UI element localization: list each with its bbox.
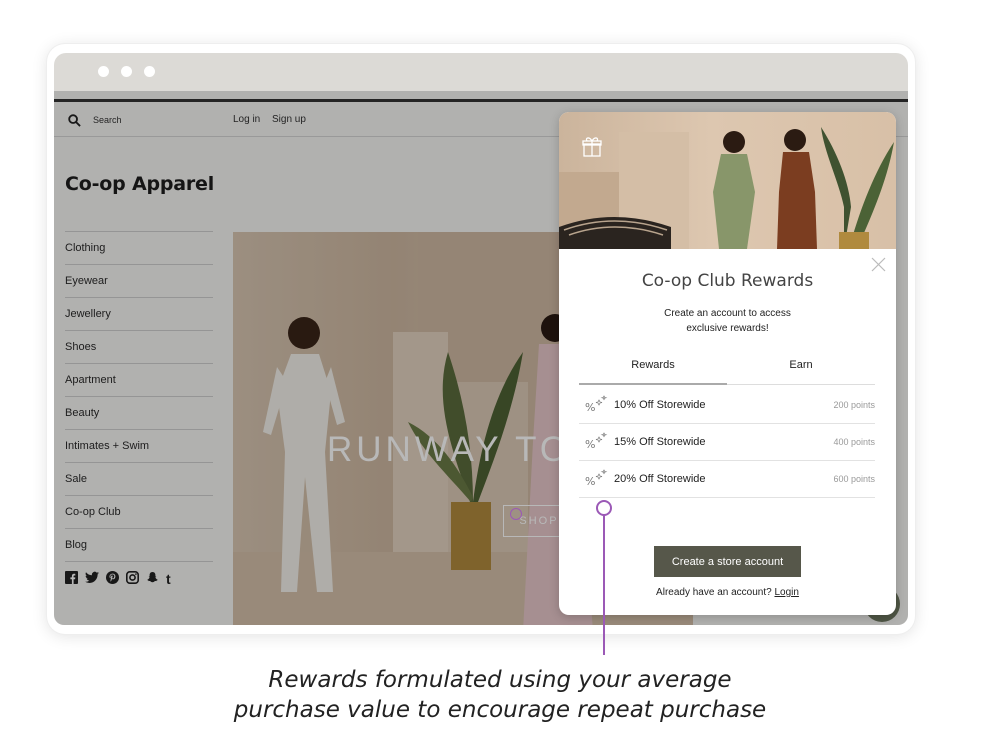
login-prompt: Already have an account? Login [559, 587, 896, 598]
annotation-pointer [596, 500, 612, 516]
caption-line-2: purchase value to encourage repeat purch… [233, 697, 767, 723]
reward-item: % 10% Off Storewide 200 points [579, 386, 875, 424]
tab-rewards[interactable]: Rewards [579, 359, 727, 371]
login-prompt-text: Already have an account? [656, 587, 772, 598]
active-tab-indicator [579, 383, 727, 385]
popup-title: Co-op Club Rewards [641, 271, 814, 291]
tab-earn[interactable]: Earn [727, 359, 875, 371]
svg-text:%: % [585, 438, 595, 451]
annotation-caption: Rewards formulated using your average pu… [0, 665, 1000, 725]
window-dot [121, 66, 132, 77]
rewards-popup: Co-op Club Rewards Create an account to … [559, 112, 896, 615]
window-dot [98, 66, 109, 77]
close-icon[interactable] [871, 257, 886, 272]
window-dot [144, 66, 155, 77]
popup-banner-image [559, 112, 896, 249]
reward-label: 20% Off Storewide [614, 472, 706, 485]
reward-label: 15% Off Storewide [614, 435, 706, 448]
gift-icon [582, 137, 602, 157]
caption-line-1: Rewards formulated using your average [268, 667, 732, 693]
reward-points: 200 points [833, 399, 875, 410]
popup-subtitle: Create an account to access exclusive re… [664, 308, 791, 334]
reward-points: 400 points [833, 436, 875, 447]
popup-photo [559, 127, 894, 249]
reward-item: % 15% Off Storewide 400 points [579, 423, 875, 461]
create-account-button[interactable]: Create a store account [654, 546, 801, 577]
discount-icon: % [585, 394, 608, 414]
annotation-line [603, 514, 605, 655]
discount-icon: % [585, 431, 608, 451]
annotation-marker [510, 508, 522, 520]
svg-text:%: % [585, 475, 595, 488]
popup-login-link[interactable]: Login [774, 587, 798, 598]
reward-points: 600 points [833, 473, 875, 484]
reward-label: 10% Off Storewide [614, 398, 706, 411]
tab-divider [727, 384, 875, 385]
svg-text:%: % [585, 401, 595, 414]
discount-icon: % [585, 468, 608, 488]
reward-item: % 20% Off Storewide 600 points [579, 460, 875, 498]
browser-titlebar [54, 53, 908, 91]
